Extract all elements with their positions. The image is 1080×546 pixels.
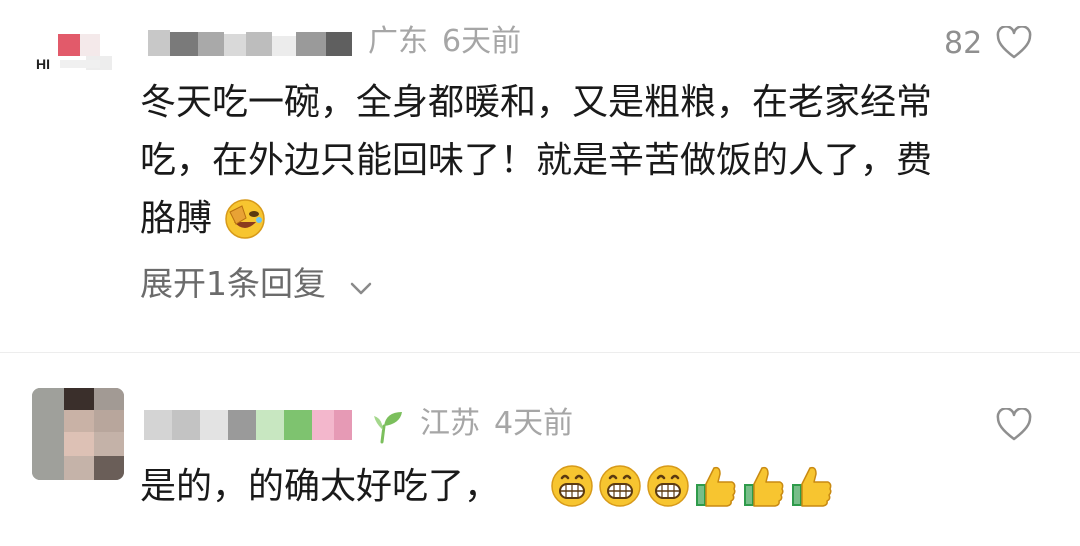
avatar[interactable]: HI — [32, 16, 124, 108]
avatar-blur-block — [32, 388, 64, 480]
username-blur-block — [334, 410, 352, 440]
username-blur-block — [296, 32, 326, 56]
comment-line: 冬天吃一碗，全身都暖和，又是粗粮，在老家经常 — [140, 82, 933, 123]
expand-replies-button[interactable]: 展开1条回复 — [140, 262, 373, 306]
avatar-blur-block — [58, 34, 80, 56]
avatar-blur-block — [80, 34, 100, 56]
username-blur-block — [228, 410, 256, 440]
username-blur-block — [148, 30, 170, 56]
comment-line: 是的，的确太好吃了， — [140, 466, 501, 507]
avatar-blur-block — [94, 388, 124, 410]
like-count: 82 — [944, 26, 983, 61]
comment-divider — [0, 352, 1080, 353]
grin-emoji — [598, 464, 642, 508]
username-blur-block — [144, 410, 172, 440]
heart-icon — [996, 408, 1032, 441]
username-blur-block — [224, 34, 246, 56]
username-blur-block — [172, 410, 200, 440]
username-blur-block — [256, 410, 284, 440]
username-blur-block — [312, 410, 334, 440]
comment-location: 江苏 — [420, 406, 480, 441]
comment-time: 4天前 — [494, 406, 574, 441]
avatar[interactable] — [32, 388, 124, 480]
grin-emoji — [646, 464, 690, 508]
sprout-icon — [372, 408, 406, 444]
username-blur-block — [246, 32, 272, 56]
thumbs-up-emoji — [790, 462, 834, 508]
username-blur-block — [200, 410, 228, 440]
thumbs-up-emoji — [694, 462, 738, 508]
facepalm-laugh-emoji — [224, 198, 266, 240]
like-button[interactable] — [996, 408, 1032, 442]
avatar-label: HI — [36, 56, 50, 72]
expand-replies-label: 展开1条回复 — [140, 264, 326, 303]
comment-time: 6天前 — [442, 24, 522, 59]
comment-body: 冬天吃一碗，全身都暖和，又是粗粮，在老家经常 吃，在外边只能回味了！就是辛苦做饭… — [140, 74, 1060, 248]
avatar-blur-block — [94, 432, 124, 456]
avatar-blur-block — [64, 410, 94, 432]
avatar-blur-block — [64, 388, 94, 410]
grin-emoji — [550, 464, 594, 508]
avatar-blur-block — [60, 60, 100, 68]
comment-location: 广东 — [368, 24, 428, 59]
chevron-down-icon — [349, 281, 373, 301]
username-blur-block — [198, 32, 224, 56]
avatar-blur-block — [94, 456, 124, 480]
username-blur-block — [326, 32, 352, 56]
username-blur-block — [170, 32, 198, 56]
heart-icon — [996, 26, 1032, 59]
comment-line: 胳膊 — [140, 190, 1060, 248]
username-blur-block — [272, 36, 296, 56]
comment-line: 吃，在外边只能回味了！就是辛苦做饭的人了，费 — [140, 140, 933, 181]
like-button[interactable] — [996, 26, 1032, 60]
avatar-blur-block — [64, 432, 94, 456]
comment-line-text: 胳膊 — [140, 198, 213, 239]
avatar-blur-block — [64, 456, 94, 480]
avatar-blur-block — [94, 410, 124, 432]
username-blur-block — [284, 410, 312, 440]
thumbs-up-emoji — [742, 462, 786, 508]
